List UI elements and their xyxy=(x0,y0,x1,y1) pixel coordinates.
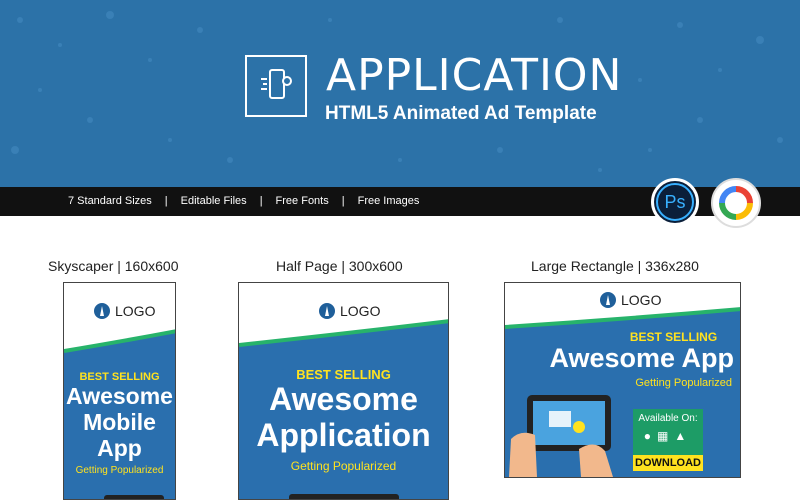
ad-logo: LOGO xyxy=(94,303,155,319)
device-edge xyxy=(289,494,399,499)
available-on-text: Available On: xyxy=(638,413,698,424)
best-selling-text: BEST SELLING xyxy=(79,371,160,383)
photoshop-badge: Ps xyxy=(651,178,699,226)
logo-text: LOGO xyxy=(340,303,381,319)
separator: | xyxy=(259,195,263,207)
headline-line: Awesome App xyxy=(549,343,734,373)
hero-header: APPLICATION HTML5 Animated Ad Template xyxy=(0,0,800,187)
preview-label-halfpage: Half Page | 300x600 xyxy=(276,258,403,274)
feature-item: Editable Files xyxy=(180,195,247,207)
device-edge xyxy=(104,495,164,499)
preview-label-skyscraper: Skyscaper | 160x600 xyxy=(48,258,179,274)
store-icons: ●▦▲ xyxy=(633,429,703,443)
google-web-designer-icon xyxy=(719,186,753,220)
feature-item: Free Images xyxy=(357,195,420,207)
headline-line: App xyxy=(97,435,142,461)
download-button[interactable]: DOWNLOAD xyxy=(633,455,703,471)
apple-icon: ● xyxy=(643,429,657,443)
tagline-text: Getting Popularized xyxy=(635,377,732,389)
features-list: 7 Standard Sizes | Editable Files | Free Fon… xyxy=(68,194,419,208)
ad-logo: LOGO xyxy=(600,292,661,308)
best-selling-text: BEST SELLING xyxy=(629,330,718,344)
headline-line: Awesome xyxy=(66,383,173,409)
logo-text: LOGO xyxy=(621,292,662,308)
photoshop-icon: Ps xyxy=(656,183,694,221)
preview-label-rectangle: Large Rectangle | 336x280 xyxy=(531,258,699,274)
windows-icon: ▦ xyxy=(657,429,675,443)
feature-item: 7 Standard Sizes xyxy=(68,195,152,207)
headline-line: Application xyxy=(256,417,431,453)
ad-preview-rectangle: LOGO BEST SELLING Awesome App Getting Po… xyxy=(504,282,741,478)
available-on-box: Available On: ●▦▲ xyxy=(633,409,703,455)
feature-item: Free Fonts xyxy=(275,195,329,207)
logo-icon xyxy=(319,303,335,319)
logo-icon xyxy=(94,303,110,319)
headline-line: Awesome xyxy=(269,381,418,417)
logo-icon xyxy=(600,292,616,308)
tagline-text: Getting Popularized xyxy=(75,465,164,476)
ad-preview-halfpage: LOGO BEST SELLING Awesome Application Ge… xyxy=(238,282,449,500)
phone-settings-icon xyxy=(261,69,292,99)
page-subtitle: HTML5 Animated Ad Template xyxy=(325,103,597,124)
tagline-text: Getting Popularized xyxy=(290,459,397,473)
android-icon: ▲ xyxy=(674,429,693,443)
tablet-hands-illustration xyxy=(509,395,613,477)
ad-preview-skyscraper: LOGO BEST SELLING Awesome Mobile App Get… xyxy=(63,282,176,500)
page-title: APPLICATION xyxy=(326,50,623,101)
ad-logo: LOGO xyxy=(319,303,380,319)
separator: | xyxy=(164,195,168,207)
best-selling-text: BEST SELLING xyxy=(296,367,391,382)
headline-line: Mobile xyxy=(83,409,156,435)
app-icon-box xyxy=(245,55,307,117)
separator: | xyxy=(341,195,345,207)
google-web-designer-badge xyxy=(711,178,761,228)
logo-text: LOGO xyxy=(115,303,156,319)
ad-top-wave xyxy=(505,283,740,329)
